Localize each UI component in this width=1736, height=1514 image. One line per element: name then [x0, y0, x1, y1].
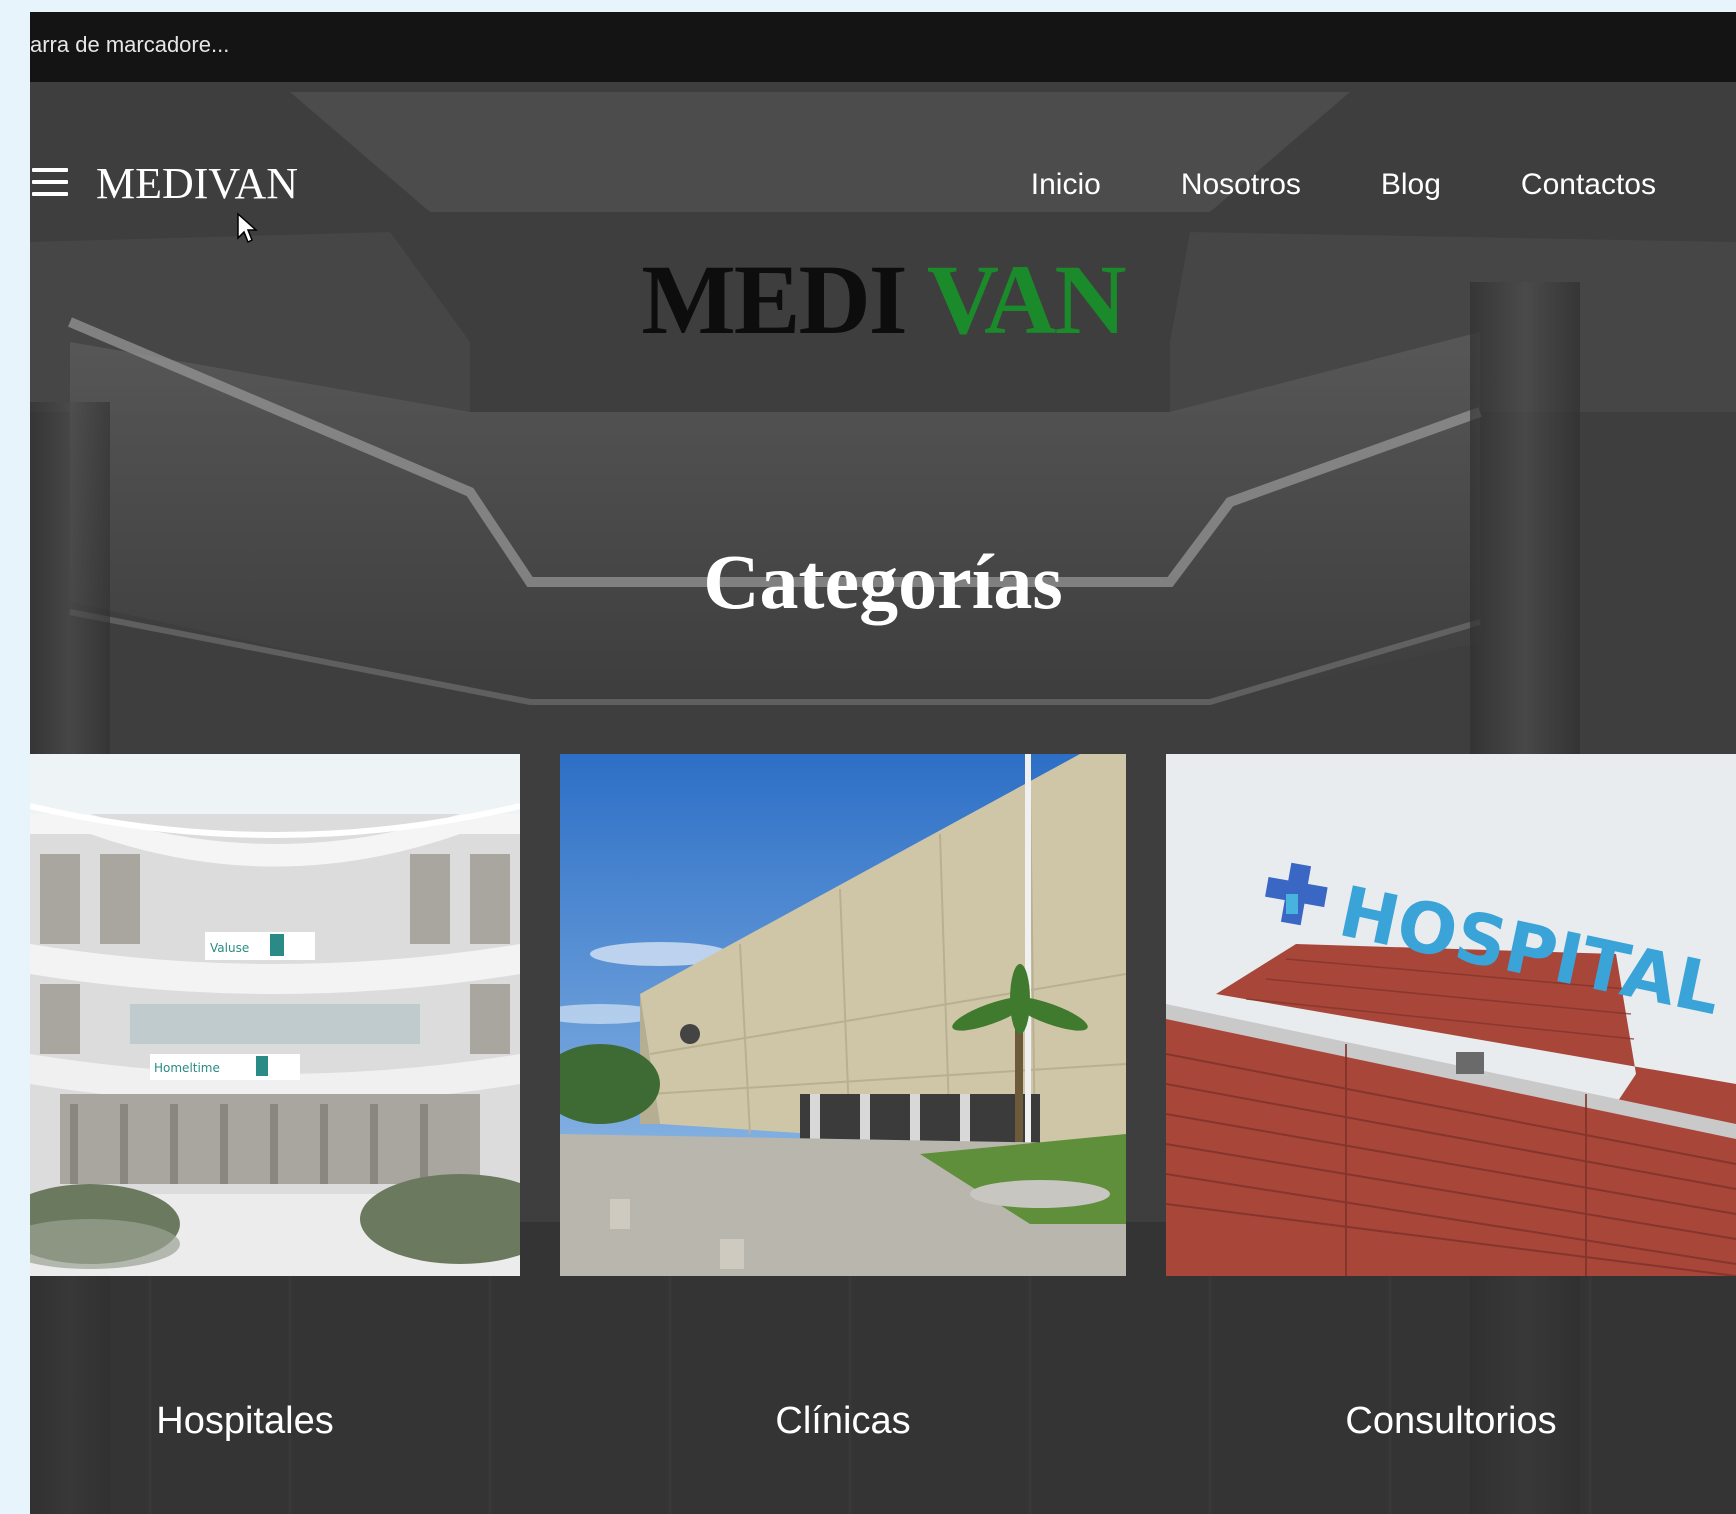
mouse-cursor-icon [237, 212, 258, 244]
bookmarks-bar-label[interactable]: arra de marcadore... [30, 32, 229, 57]
logo-van: VAN [926, 244, 1127, 355]
categories-title: Categorías [703, 538, 1063, 625]
bookmarks-bar[interactable]: arra de marcadore... [30, 12, 1736, 82]
nav-link-nosotros[interactable]: Nosotros [1181, 168, 1301, 202]
clinic-exterior-image [560, 754, 1126, 1276]
nav-link-blog[interactable]: Blog [1381, 168, 1441, 202]
category-label-hospitales[interactable]: Hospitales [30, 1400, 460, 1443]
nav-link-inicio[interactable]: Inicio [1031, 168, 1101, 202]
category-image-consultorios[interactable]: HOSPITAL [1166, 754, 1736, 1276]
interior-sign-2: Homeltime [154, 1061, 220, 1075]
main-nav: Inicio Nosotros Blog Contactos [1031, 168, 1656, 202]
category-label-clinicas[interactable]: Clínicas [560, 1400, 1126, 1443]
browser-viewport: arra de marcadore... MEDIVAN Inicio Noso… [30, 12, 1736, 1514]
category-image-hospitales[interactable]: Valuse Homeltime [30, 754, 520, 1276]
site-brand[interactable]: MEDIVAN [96, 158, 298, 209]
category-label-consultorios[interactable]: Consultorios [1166, 1400, 1736, 1443]
menu-icon[interactable] [32, 164, 68, 200]
medivan-logo: MEDI VAN [30, 242, 1736, 357]
category-image-clinicas[interactable] [560, 754, 1126, 1276]
hospital-interior-image: Valuse Homeltime [30, 754, 520, 1276]
interior-sign-1: Valuse [210, 941, 249, 955]
nav-link-contactos[interactable]: Contactos [1521, 168, 1656, 202]
logo-medi: MEDI [641, 244, 907, 355]
hero-section: MEDIVAN Inicio Nosotros Blog Contactos M… [30, 82, 1736, 1514]
hospital-sign-image: HOSPITAL [1166, 754, 1736, 1276]
